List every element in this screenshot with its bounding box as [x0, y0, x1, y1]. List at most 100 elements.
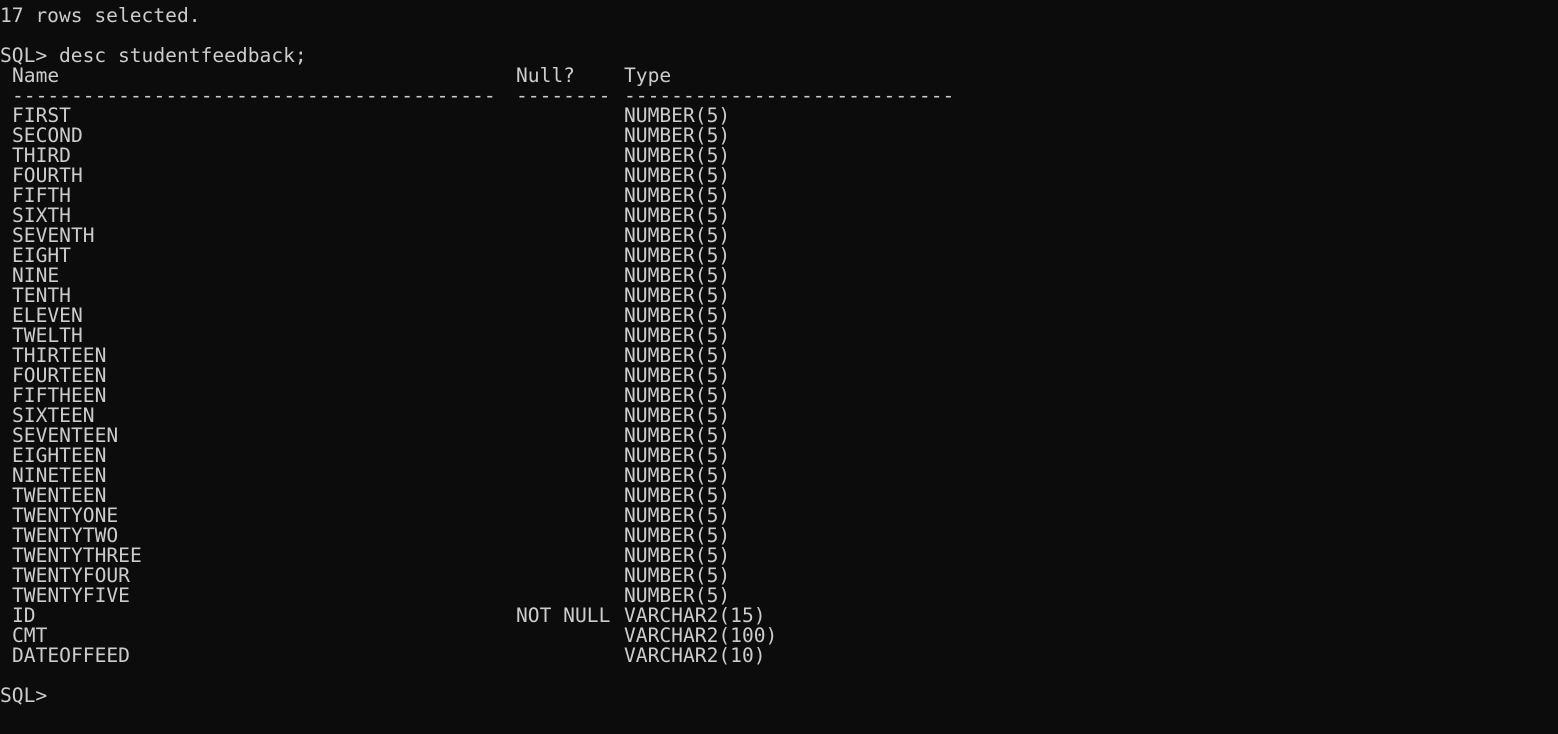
column-type: NUMBER(5) [624, 364, 731, 387]
column-name: FOURTEEN [12, 364, 107, 387]
table-header-row: Name Null? Type [0, 66, 1558, 86]
header-null: Null? [516, 64, 575, 87]
column-name: SEVENTEEN [12, 424, 119, 447]
table-row: TWENTEEN NUMBER(5) [0, 486, 1558, 506]
table-row: NINE NUMBER(5) [0, 266, 1558, 286]
column-type: NUMBER(5) [624, 144, 731, 167]
column-name: SIXTH [12, 204, 71, 227]
table-row: THIRTEEN NUMBER(5) [0, 346, 1558, 366]
column-name: EIGHT [12, 244, 71, 267]
column-name: FIRST [12, 104, 71, 127]
table-row: TENTH NUMBER(5) [0, 286, 1558, 306]
column-name: FIFTH [12, 184, 71, 207]
command-line: SQL> desc studentfeedback; [0, 46, 1558, 66]
column-name: SECOND [12, 124, 83, 147]
column-type: NUMBER(5) [624, 504, 731, 527]
terminal-window[interactable]: 17 rows selected. SQL> desc studentfeedb… [0, 0, 1558, 734]
column-name: THIRD [12, 144, 71, 167]
column-name: ID [12, 604, 36, 627]
column-type: NUMBER(5) [624, 304, 731, 327]
rows-selected-text: 17 rows selected. [0, 4, 201, 27]
table-row: FOURTH NUMBER(5) [0, 166, 1558, 186]
column-name: NINETEEN [12, 464, 107, 487]
sql-prompt: SQL> [0, 684, 48, 707]
header-type: Type [624, 64, 672, 87]
column-name: NINE [12, 264, 60, 287]
column-name: ELEVEN [12, 304, 83, 327]
column-name: EIGHTEEN [12, 444, 107, 467]
column-type: NUMBER(5) [624, 484, 731, 507]
table-row: SIXTEEN NUMBER(5) [0, 406, 1558, 426]
table-row: EIGHTEEN NUMBER(5) [0, 446, 1558, 466]
table-row: CMT VARCHAR2(100) [0, 626, 1558, 646]
column-type: VARCHAR2(10) [624, 644, 766, 667]
table-row: NINETEEN NUMBER(5) [0, 466, 1558, 486]
status-line: 17 rows selected. [0, 6, 1558, 26]
table-row: DATEOFFEED VARCHAR2(10) [0, 646, 1558, 666]
column-list: FIRST NUMBER(5) SECOND NUMBER(5) THIRD NUMBER… [0, 106, 1558, 666]
column-type: NUMBER(5) [624, 584, 731, 607]
column-type: NUMBER(5) [624, 184, 731, 207]
table-row: SIXTH NUMBER(5) [0, 206, 1558, 226]
separator-null: -------- [516, 84, 611, 107]
table-row: TWELTH NUMBER(5) [0, 326, 1558, 346]
table-row: SEVENTH NUMBER(5) [0, 226, 1558, 246]
column-type: NUMBER(5) [624, 444, 731, 467]
column-type: NUMBER(5) [624, 124, 731, 147]
column-type: NUMBER(5) [624, 404, 731, 427]
column-name: SEVENTH [12, 224, 95, 247]
table-row: FOURTEEN NUMBER(5) [0, 366, 1558, 386]
column-name: THIRTEEN [12, 344, 107, 367]
column-type: NUMBER(5) [624, 264, 731, 287]
column-name: TWENTYONE [12, 504, 119, 527]
separator-name: ----------------------------------------… [12, 84, 496, 107]
table-row: FIRST NUMBER(5) [0, 106, 1558, 126]
column-name: FIFTHEEN [12, 384, 107, 407]
column-nullable: NOT NULL [516, 604, 611, 627]
column-type: NUMBER(5) [624, 564, 731, 587]
header-name: Name [12, 64, 60, 87]
table-row: EIGHT NUMBER(5) [0, 246, 1558, 266]
column-type: VARCHAR2(15) [624, 604, 766, 627]
column-name: TENTH [12, 284, 71, 307]
table-row: ELEVEN NUMBER(5) [0, 306, 1558, 326]
column-type: NUMBER(5) [624, 104, 731, 127]
column-type: NUMBER(5) [624, 544, 731, 567]
column-type: NUMBER(5) [624, 424, 731, 447]
column-type: NUMBER(5) [624, 344, 731, 367]
column-name: TWENTEEN [12, 484, 107, 507]
column-type: NUMBER(5) [624, 204, 731, 227]
column-name: TWELTH [12, 324, 83, 347]
desc-command-text: SQL> desc studentfeedback; [0, 44, 307, 67]
table-row: FIFTH NUMBER(5) [0, 186, 1558, 206]
column-type: NUMBER(5) [624, 524, 731, 547]
table-row: TWENTYTHREE NUMBER(5) [0, 546, 1558, 566]
column-name: TWENTYTWO [12, 524, 119, 547]
column-type: NUMBER(5) [624, 224, 731, 247]
column-type: NUMBER(5) [624, 384, 731, 407]
column-type: NUMBER(5) [624, 244, 731, 267]
table-row: SEVENTEEN NUMBER(5) [0, 426, 1558, 446]
column-name: TWENTYTHREE [12, 544, 142, 567]
table-row: TWENTYTWO NUMBER(5) [0, 526, 1558, 546]
column-type: VARCHAR2(100) [624, 624, 778, 647]
column-type: NUMBER(5) [624, 464, 731, 487]
prompt-line[interactable]: SQL> [0, 686, 1558, 706]
separator-type: ---------------------------- [624, 84, 955, 107]
table-row: TWENTYFIVE NUMBER(5) [0, 586, 1558, 606]
table-row: FIFTHEEN NUMBER(5) [0, 386, 1558, 406]
table-row: ID NOT NULL VARCHAR2(15) [0, 606, 1558, 626]
column-type: NUMBER(5) [624, 284, 731, 307]
column-name: FOURTH [12, 164, 83, 187]
table-row: THIRD NUMBER(5) [0, 146, 1558, 166]
column-name: SIXTEEN [12, 404, 95, 427]
table-row: SECOND NUMBER(5) [0, 126, 1558, 146]
column-name: DATEOFFEED [12, 644, 130, 667]
column-name: CMT [12, 624, 48, 647]
column-type: NUMBER(5) [624, 324, 731, 347]
column-name: TWENTYFIVE [12, 584, 130, 607]
separator-row: ----------------------------------------… [0, 86, 1558, 106]
table-row: TWENTYFOUR NUMBER(5) [0, 566, 1558, 586]
